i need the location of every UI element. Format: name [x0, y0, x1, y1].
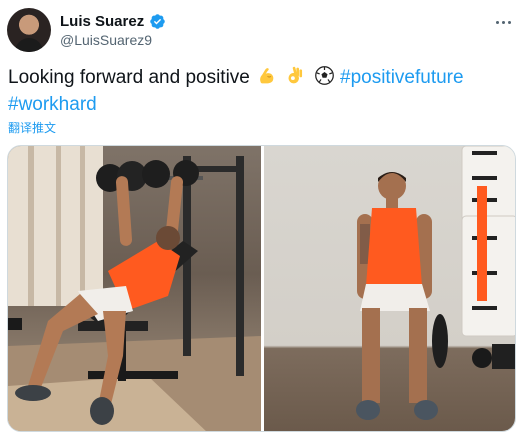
avatar[interactable]	[7, 8, 51, 52]
hashtag-positivefuture[interactable]: #positivefuture	[340, 67, 464, 88]
photo-bench-press[interactable]	[8, 146, 261, 431]
bench-press-illustration	[8, 146, 261, 431]
translate-tweet-link[interactable]: 翻译推文	[8, 119, 56, 136]
hashtag-workhard[interactable]: #workhard	[8, 94, 97, 115]
verified-badge-icon	[150, 13, 165, 29]
dot-icon	[507, 20, 511, 24]
more-options-button[interactable]	[493, 12, 513, 32]
dot-icon	[501, 20, 505, 24]
tweet-text-main: Looking forward and positive	[8, 67, 250, 88]
soccer-ball-icon	[314, 66, 334, 85]
tweet-text: Looking forward and positive #positivefu…	[8, 64, 518, 118]
flexed-biceps-icon	[260, 68, 274, 84]
photo-wall-sit[interactable]	[264, 146, 515, 431]
tweet-card: Luis Suarez @LuisSuarez9 Looking forward…	[0, 0, 527, 442]
media-grid	[7, 145, 516, 432]
dot-icon	[495, 20, 499, 24]
wall-sit-illustration	[356, 146, 515, 420]
author-handle[interactable]: @LuisSuarez9	[60, 32, 152, 48]
ok-hand-icon	[288, 66, 303, 84]
author-name-row: Luis Suarez	[60, 11, 166, 31]
display-name[interactable]: Luis Suarez	[60, 13, 144, 30]
